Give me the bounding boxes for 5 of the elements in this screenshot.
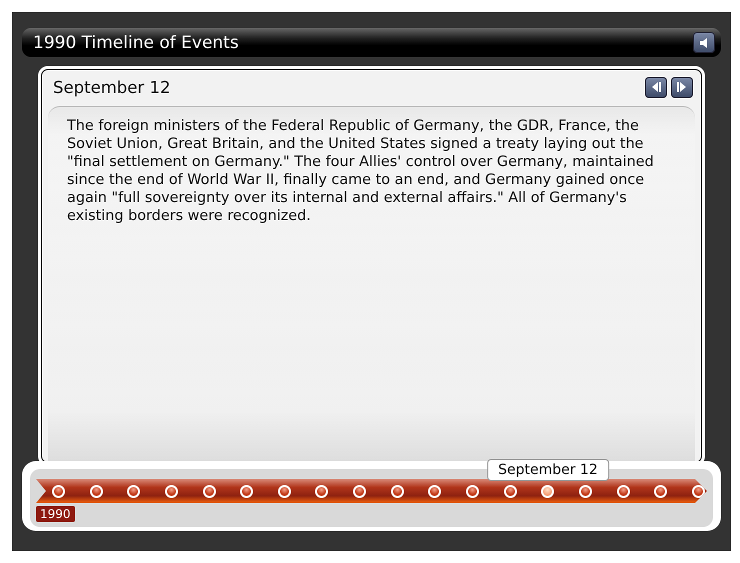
event-tooltip: September 12 [487, 459, 609, 481]
event-date: September 12 [53, 78, 170, 96]
window-title: 1990 Timeline of Events [33, 32, 239, 52]
event-description: The foreign ministers of the Federal Republic of Germany, the GDR, France, the Soviet Union, Great Britain, and the United States signed a treaty laying out the "final settlement on Germany." The four Allies' control over Germany, maintained since the end of World War II, finally came to an end, and Germany gained once again "full sovereignty over its internal and external affairs." All of Germany's existing borders were recognized. [67, 117, 655, 225]
year-label: 1990 [36, 506, 75, 522]
